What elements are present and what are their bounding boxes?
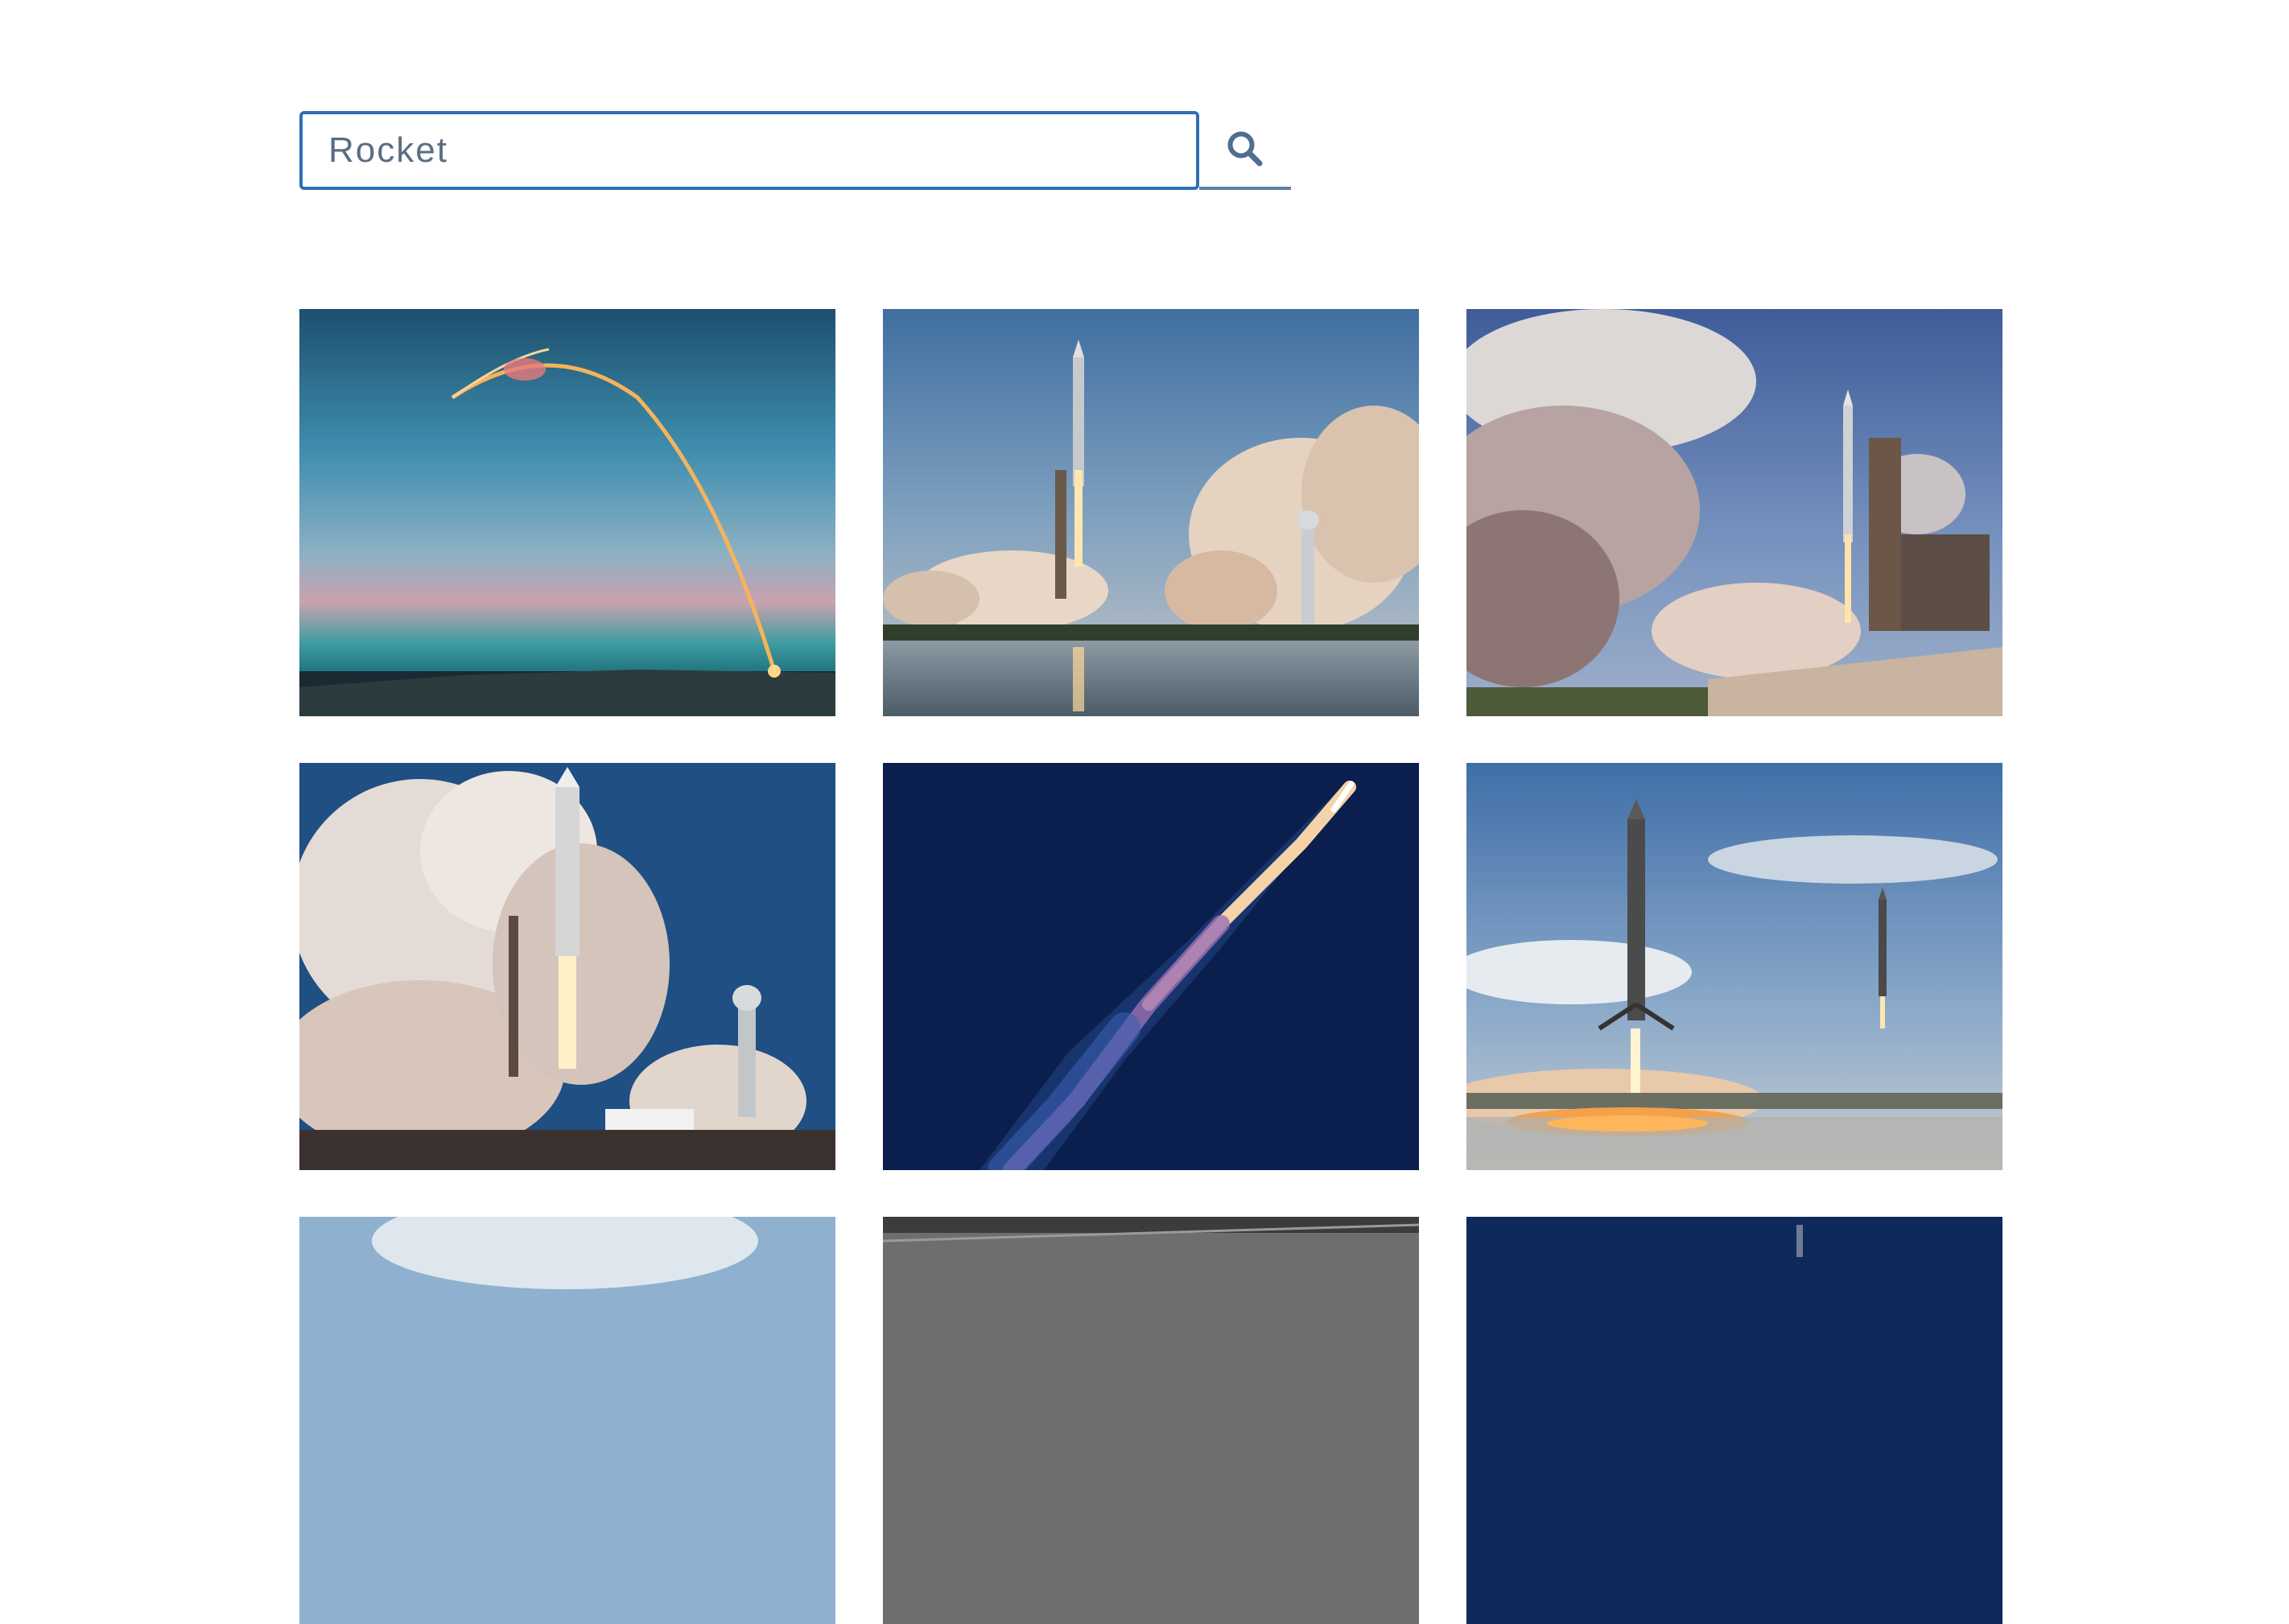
search-button[interactable] [1199,111,1291,190]
result-image[interactable] [883,1217,1419,1624]
result-image[interactable] [299,763,835,1170]
search-input[interactable] [299,111,1199,190]
search-icon [1224,128,1266,170]
result-image[interactable] [1466,1217,2002,1624]
result-image[interactable] [1466,309,2002,716]
result-image[interactable] [1466,763,2002,1170]
result-image[interactable] [883,763,1419,1170]
result-image[interactable] [883,309,1419,716]
image-results-grid [299,309,2002,1624]
result-image[interactable] [299,1217,835,1624]
search-bar [299,111,1291,193]
result-image[interactable] [299,309,835,716]
